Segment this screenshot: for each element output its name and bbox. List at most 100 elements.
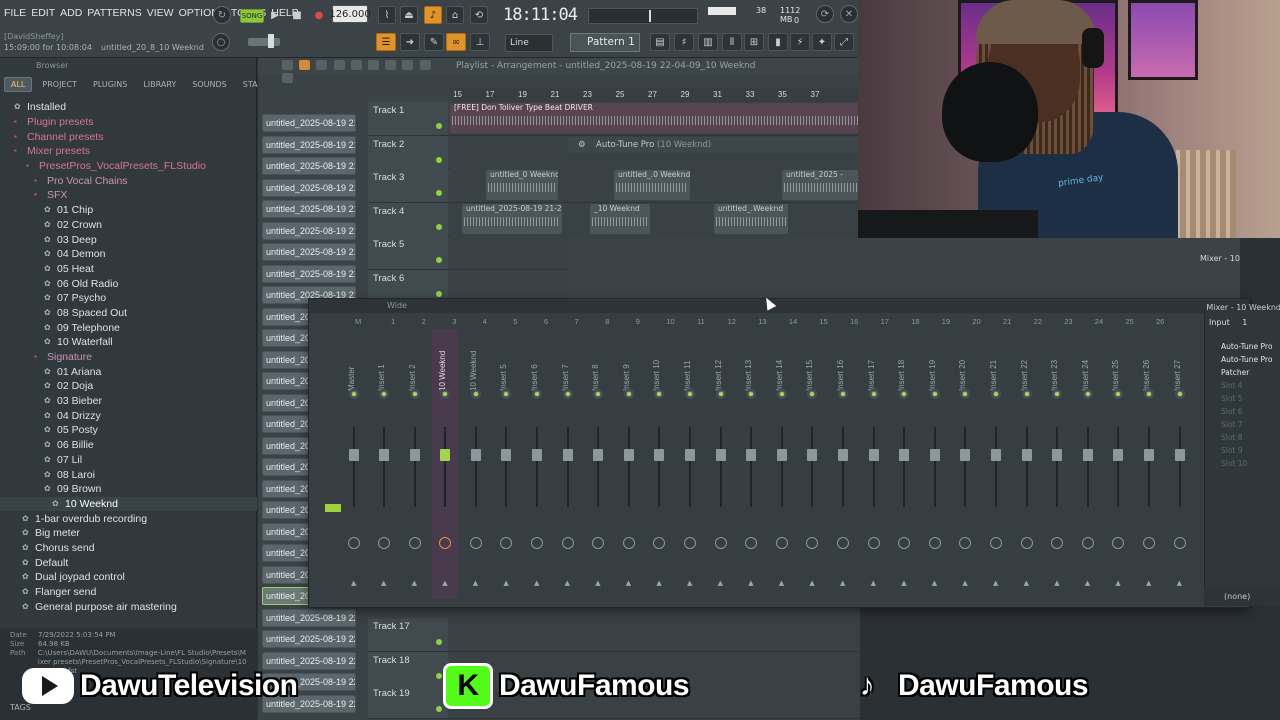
- effect-slot[interactable]: Slot 10: [1209, 457, 1279, 470]
- send-knob[interactable]: [838, 389, 848, 399]
- stamp-icon[interactable]: ⊥: [470, 33, 490, 51]
- tree-item[interactable]: ✿ 10 Weeknd: [0, 496, 257, 512]
- route-arrow-icon[interactable]: ▲: [1177, 579, 1182, 587]
- volume-fader[interactable]: [1174, 449, 1185, 461]
- gear-icon[interactable]: ⚙: [578, 137, 586, 153]
- tree-item[interactable]: ✿ 06 Billie: [0, 438, 257, 453]
- route-arrow-icon[interactable]: ▲: [718, 579, 723, 587]
- insert-strip[interactable]: Insert 23 ▲: [1044, 329, 1070, 599]
- insert-strip[interactable]: Insert 5 ▲: [493, 329, 519, 599]
- master-volume-slider[interactable]: [588, 8, 698, 24]
- insert-strip[interactable]: Insert 12 ▲: [708, 329, 734, 599]
- tree-item[interactable]: ✿ 09 Brown: [0, 482, 257, 497]
- track-header[interactable]: Track 4: [368, 202, 448, 236]
- insert-strip[interactable]: Insert 22 ▲: [1014, 329, 1040, 599]
- pan-knob[interactable]: [622, 537, 635, 549]
- track-header[interactable]: Track 18: [368, 651, 448, 685]
- track-active-led[interactable]: [436, 257, 442, 263]
- tree-item[interactable]: ✿ General purpose air mastering: [0, 599, 257, 614]
- route-arrow-icon[interactable]: ▲: [1115, 579, 1120, 587]
- input-select[interactable]: Input 1: [1209, 318, 1247, 327]
- slip-tool-icon[interactable]: [367, 60, 379, 70]
- send-knob[interactable]: [807, 389, 818, 399]
- insert-strip[interactable]: Insert 25 ▲: [1105, 329, 1131, 599]
- insert-strip[interactable]: Insert 17 ▲: [861, 329, 887, 599]
- tool-knob-icon[interactable]: ○: [212, 33, 230, 51]
- clip-picker-item[interactable]: untitled_2025-08-19 21-: [262, 178, 356, 197]
- tree-item[interactable]: ✿ 02 Crown: [0, 218, 257, 233]
- insert-strip[interactable]: Insert 18 ▲: [891, 329, 917, 599]
- pan-knob[interactable]: [928, 537, 941, 549]
- route-arrow-icon[interactable]: ▲: [656, 579, 661, 587]
- menu-item-4[interactable]: VIEW: [147, 7, 174, 19]
- send-knob[interactable]: [1174, 389, 1185, 399]
- track-active-led[interactable]: [436, 706, 442, 712]
- pan-knob[interactable]: [684, 537, 696, 549]
- volume-fader[interactable]: [562, 449, 573, 461]
- browser-tab-plugins[interactable]: PLUGINS: [87, 78, 133, 91]
- tree-item[interactable]: ▪ Signature: [0, 350, 257, 365]
- tree-item[interactable]: ✿ 04 Demon: [0, 247, 257, 262]
- menu-item-3[interactable]: PATTERNS: [87, 7, 141, 19]
- channel-rack-icon[interactable]: ▥: [698, 33, 718, 51]
- insert-strip[interactable]: Insert 10 ▲: [646, 329, 672, 599]
- volume-fader[interactable]: [440, 449, 451, 461]
- audio-clip[interactable]: untitled_.Weeknd: [714, 203, 788, 234]
- pan-knob[interactable]: [408, 537, 421, 549]
- mixer-view-label[interactable]: Wide: [387, 301, 407, 310]
- piano-roll-icon[interactable]: ♯: [674, 33, 694, 51]
- tree-item[interactable]: ✿ 05 Posty: [0, 423, 257, 438]
- volume-fader[interactable]: [776, 449, 787, 461]
- volume-fader[interactable]: [654, 449, 665, 461]
- tree-item[interactable]: ✿ 1-bar overdub recording: [0, 511, 257, 526]
- send-knob[interactable]: [562, 389, 573, 399]
- track-active-led[interactable]: [436, 672, 442, 679]
- plugin-icon[interactable]: ⚡: [790, 33, 810, 51]
- volume-fader[interactable]: [1082, 449, 1093, 461]
- tree-item[interactable]: ✿ Chorus send: [0, 541, 257, 556]
- paint-tool-icon[interactable]: [316, 60, 328, 70]
- send-knob[interactable]: [991, 389, 1001, 399]
- delete-tool-icon[interactable]: [333, 60, 345, 70]
- pan-knob[interactable]: [1020, 537, 1033, 549]
- volume-fader[interactable]: [838, 449, 848, 461]
- clip-picker-item[interactable]: untitled_2025-08-19 22-: [262, 608, 356, 627]
- send-knob[interactable]: [685, 389, 695, 399]
- tree-item[interactable]: ▪ Plugin presets: [0, 115, 257, 130]
- pan-knob[interactable]: [1051, 537, 1064, 549]
- send-knob[interactable]: [776, 389, 787, 399]
- clip-picker-item[interactable]: untitled_2025-08-19 21-: [262, 157, 356, 175]
- record-icon[interactable]: ●: [310, 6, 328, 24]
- track-header[interactable]: Track 19: [368, 685, 448, 718]
- playback-tool-icon[interactable]: [282, 73, 293, 83]
- pan-knob[interactable]: [1112, 537, 1125, 549]
- tree-item[interactable]: ✿ 08 Laroi: [0, 467, 257, 482]
- browser-icon[interactable]: ▮: [768, 33, 788, 51]
- insert-strip[interactable]: Insert 15 ▲: [799, 329, 825, 599]
- send-knob[interactable]: [1113, 389, 1124, 399]
- track-active-led[interactable]: [436, 290, 442, 297]
- volume-fader[interactable]: [1144, 449, 1154, 461]
- route-arrow-icon[interactable]: ▲: [626, 579, 631, 587]
- tree-item[interactable]: ✿ 10 Waterfall: [0, 335, 257, 350]
- track-active-led[interactable]: [436, 190, 442, 196]
- plugin-picker-icon[interactable]: ⊞: [744, 33, 764, 51]
- send-knob[interactable]: [532, 389, 542, 399]
- clip-picker-item[interactable]: untitled_2025-08-19 21-: [262, 114, 356, 132]
- audio-clip[interactable]: untitled_.0 Weeknd: [614, 170, 690, 200]
- effect-slot[interactable]: Auto-Tune Pro: [1209, 353, 1279, 366]
- tree-item[interactable]: ✿ 07 Lil: [0, 453, 257, 468]
- effect-slot[interactable]: Slot 7: [1209, 418, 1279, 431]
- route-arrow-icon[interactable]: ▲: [565, 579, 570, 587]
- pan-knob[interactable]: [775, 537, 788, 549]
- send-knob[interactable]: [593, 389, 604, 399]
- zoom-tool-icon[interactable]: [419, 60, 431, 70]
- tree-item[interactable]: ✿ 05 Heat: [0, 262, 257, 277]
- clip-picker-item[interactable]: untitled_2025-08-19 21-: [262, 135, 356, 154]
- track-lane[interactable]: untitled_2025-08-19 21-2 _10 Weeknd untitl…: [450, 202, 860, 236]
- route-arrow-icon[interactable]: ▲: [412, 579, 417, 587]
- track-header[interactable]: Track 5: [368, 236, 448, 269]
- insert-strip[interactable]: Insert 26 ▲: [1136, 329, 1162, 599]
- insert-strip[interactable]: Insert 27 ▲: [1167, 329, 1193, 599]
- tree-item[interactable]: ✿ 04 Drizzy: [0, 408, 257, 423]
